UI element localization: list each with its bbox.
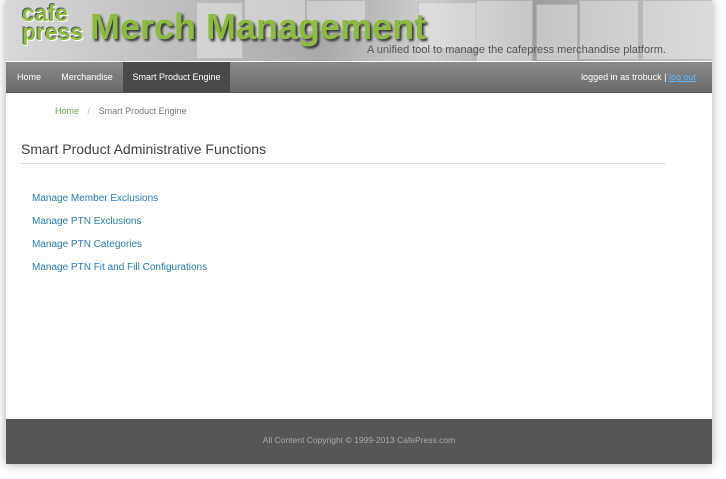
app-tagline: A unified tool to manage the cafepress m… xyxy=(366,44,666,56)
list-item: Manage PTN Fit and Fill Configurations xyxy=(32,259,207,282)
footer-copyright: All Content Copyright © 1999-2013 CafePr… xyxy=(262,435,456,445)
manage-ptn-categories-link[interactable]: Manage PTN Categories xyxy=(32,239,142,250)
breadcrumb: Home / Smart Product Engine xyxy=(55,106,187,116)
breadcrumb-home-link[interactable]: Home xyxy=(55,106,79,116)
list-item: Manage PTN Categories xyxy=(32,236,207,259)
manage-ptn-exclusions-link[interactable]: Manage PTN Exclusions xyxy=(32,216,142,227)
header-banner: cafe press Merch Management A unified to… xyxy=(6,0,712,61)
admin-function-list: Manage Member Exclusions Manage PTN Excl… xyxy=(32,190,207,282)
manage-member-exclusions-link[interactable]: Manage Member Exclusions xyxy=(32,193,158,204)
footer: All Content Copyright © 1999-2013 CafePr… xyxy=(6,419,712,464)
breadcrumb-current: Smart Product Engine xyxy=(98,106,187,116)
nav-item-merchandise[interactable]: Merchandise xyxy=(52,62,122,92)
nav-item-smart-product-engine[interactable]: Smart Product Engine xyxy=(123,62,230,92)
nav-item-home[interactable]: Home xyxy=(6,62,52,92)
manage-ptn-fit-fill-link[interactable]: Manage PTN Fit and Fill Configurations xyxy=(32,262,207,273)
breadcrumb-separator: / xyxy=(87,106,91,116)
list-item: Manage PTN Exclusions xyxy=(32,213,207,236)
login-status: logged in as trobuck | log out xyxy=(581,62,696,92)
logo-text-press: press xyxy=(22,19,84,45)
list-item: Manage Member Exclusions xyxy=(32,190,207,213)
page-frame: cafe press Merch Management A unified to… xyxy=(6,0,712,464)
cafepress-logo[interactable]: cafe press xyxy=(22,2,84,46)
main-nav: Home Merchandise Smart Product Engine lo… xyxy=(6,62,712,93)
app-title: Merch Management xyxy=(90,6,427,47)
page-title: Smart Product Administrative Functions xyxy=(21,141,666,164)
logout-link[interactable]: log out xyxy=(669,72,696,82)
login-user-text: logged in as trobuck | xyxy=(581,72,667,82)
collage-image xyxy=(418,2,478,49)
